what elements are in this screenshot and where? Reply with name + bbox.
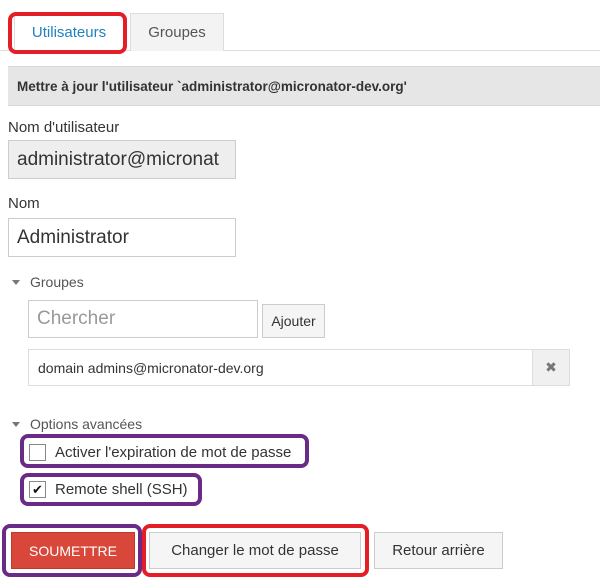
tab-users[interactable]: Utilisateurs (14, 13, 124, 51)
advanced-options-label: Options avancées (30, 416, 143, 432)
remote-shell-label: Remote shell (SSH) (55, 481, 188, 498)
remote-shell-option[interactable]: ✔ Remote shell (SSH) (29, 481, 188, 498)
submit-button[interactable]: SOUMETTRE (11, 532, 135, 569)
group-list-item: domain admins@micronator-dev.org (28, 349, 533, 386)
name-field[interactable]: Administrator (8, 218, 236, 257)
groups-section-label: Groupes (30, 274, 84, 290)
password-expiry-option[interactable]: Activer l'expiration de mot de passe (29, 444, 291, 461)
group-search-input[interactable]: Chercher (28, 300, 258, 338)
password-expiry-checkbox[interactable] (29, 444, 46, 461)
caret-down-icon (12, 279, 20, 285)
username-label: Nom d'utilisateur (8, 119, 120, 136)
remote-shell-checkbox[interactable]: ✔ (29, 481, 46, 498)
change-password-button[interactable]: Changer le mot de passe (149, 532, 361, 569)
page-title: Mettre à jour l'utilisateur `administrat… (8, 66, 600, 106)
add-group-button[interactable]: Ajouter (262, 304, 325, 338)
caret-down-icon (12, 421, 20, 427)
username-field: administrator@micronat (8, 140, 236, 179)
remove-group-icon[interactable]: ✖ (532, 349, 570, 386)
password-expiry-label: Activer l'expiration de mot de passe (55, 444, 292, 461)
back-button[interactable]: Retour arrière (374, 532, 503, 569)
groups-section-toggle[interactable]: Groupes (12, 274, 84, 290)
name-label: Nom (8, 195, 40, 212)
tab-groups[interactable]: Groupes (130, 13, 224, 51)
advanced-options-toggle[interactable]: Options avancées (12, 416, 142, 432)
